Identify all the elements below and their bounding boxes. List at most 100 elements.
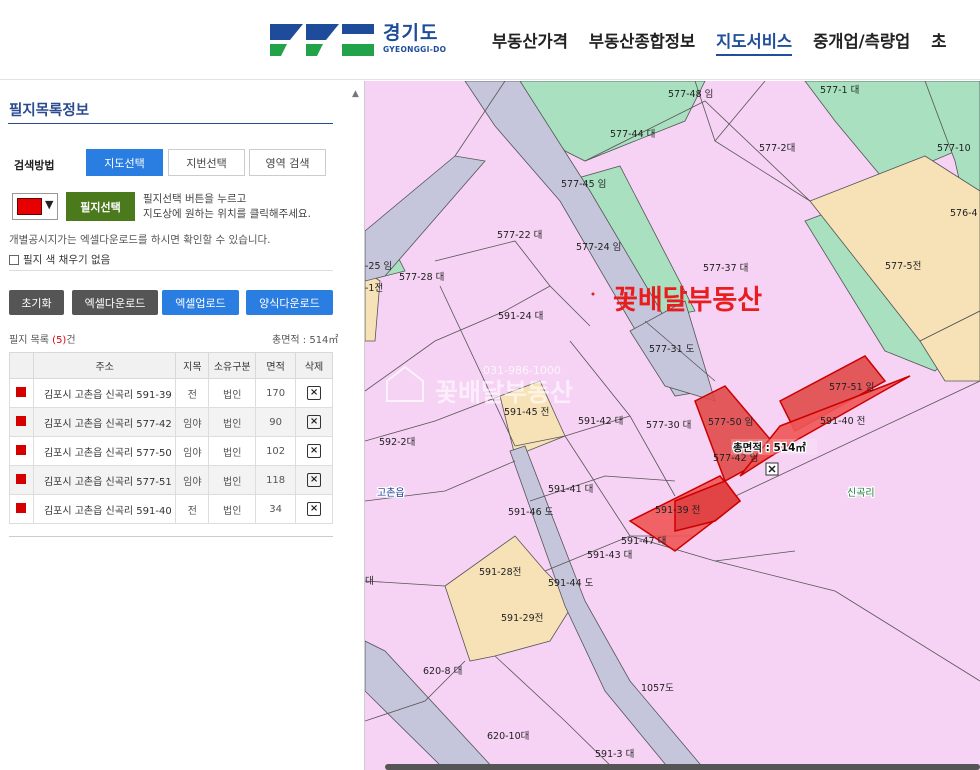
reset-button[interactable]: 초기화 bbox=[9, 290, 64, 315]
parcel-label: 591-40 전 bbox=[820, 416, 865, 427]
template-download-button[interactable]: 양식다운로드 bbox=[246, 290, 333, 315]
dropdown-arrow-icon: ▼ bbox=[45, 198, 54, 211]
nav-map-service[interactable]: 지도서비스 bbox=[716, 28, 793, 56]
total-area-callout: 총면적 : 514㎡ bbox=[733, 441, 806, 454]
parcel-label: 577-51 임 bbox=[829, 381, 874, 393]
parcel-label: -25 임 bbox=[365, 260, 392, 272]
map-close-icon[interactable] bbox=[765, 462, 779, 476]
excel-upload-button[interactable]: 엑셀업로드 bbox=[162, 290, 239, 315]
panel-title: 필지목록정보 bbox=[9, 103, 90, 119]
title-divider bbox=[8, 123, 333, 124]
parcel-address[interactable]: 김포시 고촌읍 신곡리 591-39 bbox=[32, 378, 177, 408]
delete-icon[interactable]: × bbox=[307, 444, 322, 458]
color-swatch bbox=[17, 198, 42, 215]
parcel-color-icon bbox=[16, 415, 27, 426]
main-nav: 부동산가격 부동산종합정보 지도서비스 중개업/측량업 초 bbox=[492, 28, 946, 56]
delete-icon[interactable]: × bbox=[307, 502, 322, 516]
parcel-label: 592-2대 bbox=[379, 437, 415, 448]
parcel-label: 577-44 대 bbox=[610, 129, 655, 140]
parcel-label: 591-46 도 bbox=[508, 507, 554, 518]
table-row[interactable]: 김포시 고촌읍 신곡리 591-40 전 법인 34 × bbox=[9, 494, 333, 524]
parcel-label: 1057도 bbox=[641, 683, 674, 694]
parcel-jimok: 임야 bbox=[175, 407, 210, 437]
col-delete: 삭제 bbox=[295, 352, 333, 379]
parcel-jimok: 임야 bbox=[175, 465, 210, 495]
place-label-singok: 신곡리 bbox=[847, 487, 875, 499]
logo-text-ko: 경기도 bbox=[383, 22, 439, 45]
site-header: 경기도 GYEONGGI-DO 부동산가격 부동산종합정보 지도서비스 중개업/… bbox=[0, 0, 980, 80]
col-jimok: 지목 bbox=[175, 352, 210, 379]
delete-icon[interactable]: × bbox=[307, 473, 322, 487]
house-watermark-icon bbox=[386, 365, 424, 402]
parcel-area: 170 bbox=[255, 378, 297, 408]
parcel-field[interactable] bbox=[365, 270, 381, 342]
table-row[interactable]: 김포시 고촌읍 신곡리 577-42 임야 법인 90 × bbox=[9, 407, 333, 437]
nav-realestate-info[interactable]: 부동산종합정보 bbox=[589, 28, 695, 56]
table-row[interactable]: 김포시 고촌읍 신곡리 591-39 전 법인 170 × bbox=[9, 378, 333, 408]
excel-note: 개별공시지가는 엑셀다운로드를 하시면 확인할 수 있습니다. bbox=[9, 234, 271, 246]
cadastral-map[interactable]: 577-48 임 577-1 대 577-44 대 577-2대 577-10 … bbox=[365, 81, 980, 770]
parcel-label: 577-24 임 bbox=[576, 241, 621, 253]
parcel-label: 591-28전 bbox=[479, 567, 521, 578]
list-label-text: 필지 목록 bbox=[9, 335, 49, 346]
parcel-select-button[interactable]: 필지선택 bbox=[66, 192, 135, 221]
gyeonggi-logo[interactable]: 경기도 GYEONGGI-DO bbox=[270, 20, 446, 58]
parcel-address[interactable]: 김포시 고촌읍 신곡리 577-42 bbox=[32, 407, 177, 437]
checkbox-icon[interactable] bbox=[9, 254, 19, 265]
parcel-label: 620-8 대 bbox=[423, 666, 462, 677]
no-fill-checkbox[interactable]: 필지 색 채우기 없음 bbox=[9, 252, 110, 267]
parcel-jimok: 전 bbox=[175, 494, 210, 524]
watermark-faded: 꽃배달부동산 bbox=[435, 378, 573, 407]
divider bbox=[9, 536, 333, 537]
parcel-table: 주소 지목 소유구분 면적 삭제 김포시 고촌읍 신곡리 591-39 전 법인… bbox=[9, 352, 333, 524]
delete-icon[interactable]: × bbox=[307, 386, 322, 400]
parcel-list-panel: 필지목록정보 ▲ 검색방법 지도선택 지번선택 영역 검색 ▼ 필지선택 필지선… bbox=[0, 81, 365, 770]
parcel-label: 577-37 대 bbox=[703, 263, 748, 274]
nav-broker-survey[interactable]: 중개업/측량업 bbox=[813, 28, 910, 56]
excel-download-button[interactable]: 엑셀다운로드 bbox=[72, 290, 158, 315]
parcel-address[interactable]: 김포시 고촌읍 신곡리 577-50 bbox=[32, 436, 177, 466]
table-row[interactable]: 김포시 고촌읍 신곡리 577-50 임야 법인 102 × bbox=[9, 436, 333, 466]
tab-map-select[interactable]: 지도선택 bbox=[86, 149, 163, 176]
watermark-dot bbox=[591, 292, 595, 296]
watermark-red: 꽃배달부동산 bbox=[613, 285, 762, 316]
parcel-owner: 법인 bbox=[208, 407, 257, 437]
parcel-label: 591-45 전 bbox=[504, 407, 549, 418]
map-horizontal-scrollbar[interactable] bbox=[385, 764, 980, 770]
tab-area-search[interactable]: 영역 검색 bbox=[249, 149, 326, 176]
parcel-label: 577-5전 bbox=[885, 261, 921, 272]
select-help-line1: 필지선택 버튼을 누르고 bbox=[143, 193, 247, 205]
list-count: (5) bbox=[52, 335, 67, 346]
no-fill-label: 필지 색 채우기 없음 bbox=[23, 254, 111, 266]
select-help-text: 필지선택 버튼을 누르고 지도상에 원하는 위치를 클릭해주세요. bbox=[143, 192, 311, 222]
parcel-color-icon bbox=[16, 444, 27, 455]
color-picker[interactable]: ▼ bbox=[12, 193, 58, 220]
list-suffix: 건 bbox=[66, 335, 76, 346]
select-help-line2: 지도상에 원하는 위치를 클릭해주세요. bbox=[143, 208, 311, 220]
road bbox=[365, 640, 496, 770]
divider bbox=[9, 270, 333, 271]
col-owner: 소유구분 bbox=[208, 352, 257, 379]
parcel-label: 대 bbox=[365, 576, 374, 587]
scroll-up-icon[interactable]: ▲ bbox=[352, 89, 359, 99]
table-row[interactable]: 김포시 고촌읍 신곡리 577-51 임야 법인 118 × bbox=[9, 465, 333, 495]
parcel-address[interactable]: 김포시 고촌읍 신곡리 577-51 bbox=[32, 465, 177, 495]
parcel-address[interactable]: 김포시 고촌읍 신곡리 591-40 bbox=[32, 494, 177, 524]
parcel-color-icon bbox=[16, 502, 27, 513]
nav-price[interactable]: 부동산가격 bbox=[492, 28, 568, 56]
tab-lot-select[interactable]: 지번선택 bbox=[168, 149, 245, 176]
parcel-list-label: 필지 목록 (5)건 bbox=[9, 331, 76, 346]
table-header-row: 주소 지목 소유구분 면적 삭제 bbox=[9, 352, 333, 379]
parcel-label: 577-30 대 bbox=[646, 420, 691, 431]
nav-more[interactable]: 초 bbox=[931, 28, 946, 56]
watermark-phone: 031-986-1000 bbox=[483, 364, 561, 377]
parcel-label: 576-4 bbox=[950, 208, 978, 219]
parcel-label: 577-2대 bbox=[759, 143, 795, 154]
logo-mark-icon bbox=[270, 20, 375, 58]
parcel-label: 591-39 전 bbox=[655, 505, 700, 516]
parcel-label: 591-43 대 bbox=[587, 550, 632, 561]
delete-icon[interactable]: × bbox=[307, 415, 322, 429]
parcel-label: -1전 bbox=[365, 283, 383, 294]
parcel-owner: 법인 bbox=[208, 378, 257, 408]
parcel-label: 591-44 도 bbox=[548, 578, 594, 589]
